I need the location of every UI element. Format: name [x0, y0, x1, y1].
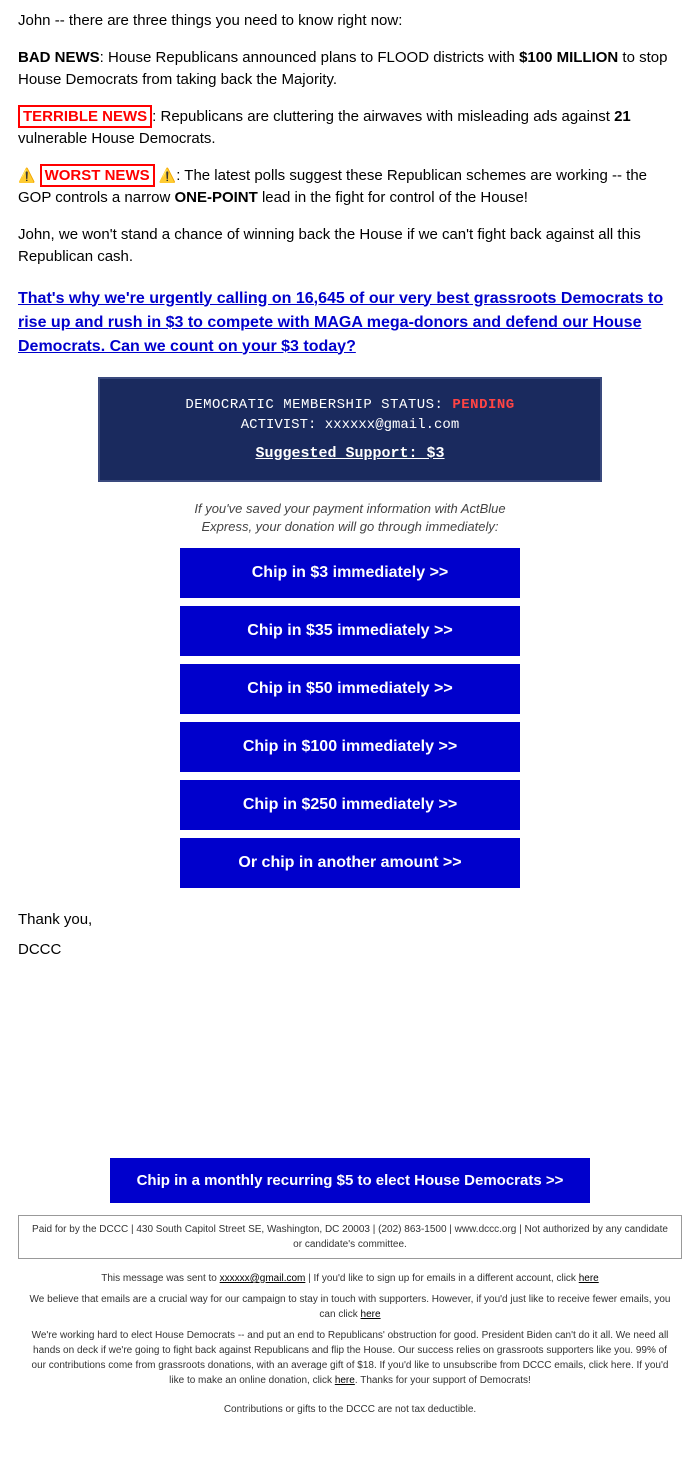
footer-sent-suffix: | If you'd like to sign up for emails in… — [305, 1273, 578, 1284]
footer-sent-prefix: This message was sent to — [101, 1273, 219, 1284]
membership-status-value: PENDING — [452, 397, 514, 413]
footer-line3-suffix: . Thanks for your support of Democrats! — [355, 1375, 531, 1386]
suggested-support-text: Suggested Support: $3 — [255, 445, 444, 462]
monthly-donate-button[interactable]: Chip in a monthly recurring $5 to elect … — [110, 1158, 590, 1203]
terrible-news-text2: vulnerable House Democrats. — [18, 130, 216, 147]
cta-link-section[interactable]: That's why we're urgently calling on 16,… — [18, 287, 682, 359]
activist-email: xxxxxx@gmail.com — [325, 417, 459, 433]
not-deductible-text: Contributions or gifts to the DCCC are n… — [18, 1404, 682, 1415]
actblue-line2: Express, your donation will go through i… — [202, 519, 499, 534]
fight-back-text: John, we won't stand a chance of winning… — [18, 224, 682, 269]
worst-news-emphasis: ONE-POINT — [174, 189, 257, 206]
actblue-line1: If you've saved your payment information… — [194, 501, 505, 516]
donate-250-button[interactable]: Chip in $250 immediately >> — [180, 780, 520, 830]
actblue-note: If you've saved your payment information… — [18, 500, 682, 536]
donate-3-button[interactable]: Chip in $3 immediately >> — [180, 548, 520, 598]
terrible-news-section: TERRIBLE NEWS: Republicans are clutterin… — [18, 106, 682, 151]
monthly-cta-section: Chip in a monthly recurring $5 to elect … — [18, 1158, 682, 1203]
donate-50-button[interactable]: Chip in $50 immediately >> — [180, 664, 520, 714]
warning-icon-right: ⚠️ — [159, 167, 176, 183]
donate-100-button[interactable]: Chip in $100 immediately >> — [180, 722, 520, 772]
membership-status-line: DEMOCRATIC MEMBERSHIP STATUS: PENDING — [120, 397, 580, 413]
membership-status-label: DEMOCRATIC MEMBERSHIP STATUS: — [185, 397, 443, 413]
activist-label: ACTIVIST: — [241, 417, 317, 433]
suggested-support: Suggested Support: $3 — [120, 445, 580, 462]
donation-buttons-container: Chip in $3 immediately >> Chip in $35 im… — [18, 548, 682, 888]
footer-fewer-emails: We believe that emails are a crucial way… — [28, 1292, 672, 1322]
worst-news-section: ⚠️ WORST NEWS ⚠️: The latest polls sugge… — [18, 165, 682, 210]
bad-news-label: BAD NEWS — [18, 49, 100, 66]
activist-line: ACTIVIST: xxxxxx@gmail.com — [120, 417, 580, 433]
donate-35-button[interactable]: Chip in $35 immediately >> — [180, 606, 520, 656]
signature-text: DCCC — [18, 941, 682, 958]
cta-link[interactable]: That's why we're urgently calling on 16,… — [18, 290, 663, 355]
warning-icon-left: ⚠️ — [18, 167, 35, 183]
footer-working-hard: We're working hard to elect House Democr… — [28, 1328, 672, 1388]
footer-email-link[interactable]: xxxxxx@gmail.com — [220, 1273, 306, 1284]
worst-news-label: WORST NEWS — [40, 164, 155, 187]
bad-news-section: BAD NEWS: House Republicans announced pl… — [18, 47, 682, 92]
bad-news-text: : House Republicans announced plans to F… — [100, 49, 519, 66]
footer-here1-link[interactable]: here — [579, 1273, 599, 1284]
footer-sent-to: This message was sent to xxxxxx@gmail.co… — [28, 1271, 672, 1286]
terrible-news-label: TERRIBLE NEWS — [18, 105, 152, 128]
footer-here3-link[interactable]: here — [335, 1375, 355, 1386]
worst-news-text2: lead in the fight for control of the Hou… — [258, 189, 528, 206]
donate-other-button[interactable]: Or chip in another amount >> — [180, 838, 520, 888]
paid-for-box: Paid for by the DCCC | 430 South Capitol… — [18, 1215, 682, 1259]
thank-you-text: Thank you, — [18, 906, 682, 933]
terrible-news-text: : Republicans are cluttering the airwave… — [152, 108, 614, 125]
bad-news-amount: $100 MILLION — [519, 49, 618, 66]
footer-here2-link[interactable]: here — [361, 1309, 381, 1320]
terrible-news-number: 21 — [614, 108, 631, 125]
footer-fewer-text: We believe that emails are a crucial way… — [30, 1294, 671, 1320]
intro-text: John -- there are three things you need … — [18, 10, 682, 33]
footer-messages: This message was sent to xxxxxx@gmail.co… — [18, 1267, 682, 1398]
membership-box: DEMOCRATIC MEMBERSHIP STATUS: PENDING AC… — [98, 377, 602, 482]
